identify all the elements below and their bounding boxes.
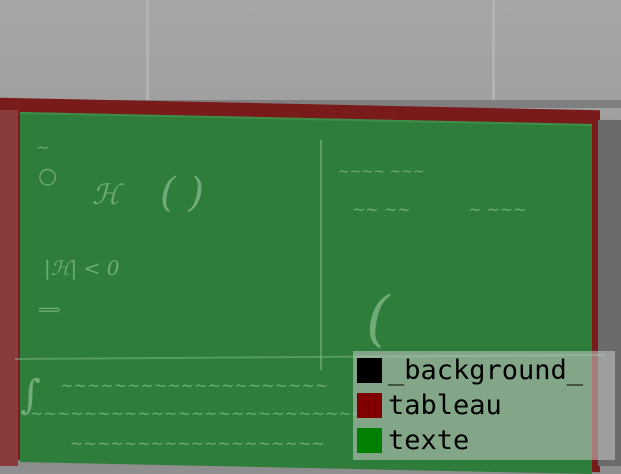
chalk-scribble: ~~~~ ~~~ [338,164,425,180]
chalk-scribble: ○ [38,164,58,189]
segmentation-scene: ~ ○ ℋ ( ) |ℋ| < 0 ⟹ ~~~~ ~~~ ~~ ~~ ~ ~~~… [0,0,621,474]
frame-left-strip [0,110,18,466]
chalk-scribble: ~ ~~~ [468,200,527,219]
chalk-scribble: ( ) [160,170,204,216]
legend: _background_ tableau texte [353,351,615,460]
chalk-scribble: ~~~~~~~~~~~~~~~~~~~ [70,434,325,453]
legend-swatch [357,393,382,418]
legend-label: _background_ [388,354,584,386]
legend-item-tableau: tableau [357,390,615,422]
legend-item-texte: texte [357,425,615,457]
chalk-scribble: ( [366,284,390,354]
chalk-divider-line [320,140,322,370]
chalk-scribble: ℋ [92,178,120,211]
chalk-scribble: ~~~~~~~~~~~~~~~~~~~~~~~~~~ [30,404,379,423]
chalk-scribble: ⟹ [38,300,61,319]
chalk-scribble: ~~ ~~ [352,200,411,219]
legend-item-background: _background_ [357,355,615,387]
chalk-scribble: |ℋ| < 0 [44,256,120,280]
wall-seam [146,0,149,110]
legend-swatch [357,428,382,453]
chalk-scribble: ~ [36,138,50,157]
chalk-scribble: ~~~~~~~~~~~~~~~~~~~~ [60,376,329,395]
legend-label: texte [388,424,470,456]
legend-label: tableau [388,389,502,421]
legend-swatch [357,358,382,383]
